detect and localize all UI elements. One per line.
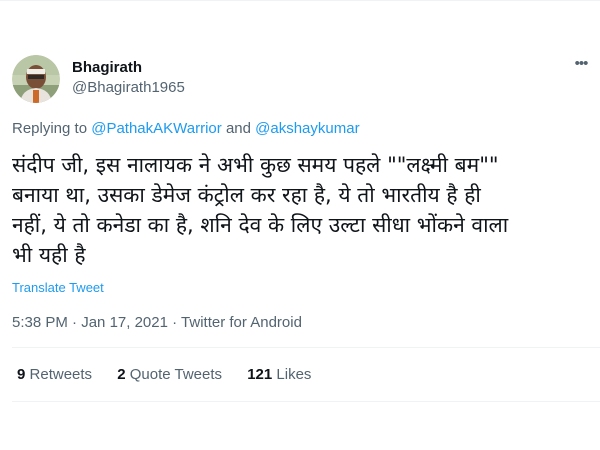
avatar-photo xyxy=(12,55,60,103)
replying-joiner: and xyxy=(225,120,251,137)
likes-label: Likes xyxy=(276,366,312,383)
tweet-date[interactable]: Jan 17, 2021 xyxy=(81,314,168,331)
tweet-header: Bhagirath @Bhagirath1965 ••• xyxy=(12,55,592,105)
tweet-text: संदीप जी, इस नालायक ने अभी कुछ समय पहले … xyxy=(12,153,509,267)
more-horizontal-icon[interactable]: ••• xyxy=(570,56,592,77)
likes-stat[interactable]: 121 Likes xyxy=(247,365,311,385)
retweets-count: 9 xyxy=(17,366,26,383)
tweet-source[interactable]: Twitter for Android xyxy=(181,314,302,331)
retweets-label: Retweets xyxy=(29,366,93,383)
meta-separator: · xyxy=(72,314,78,331)
mention-link-pathakakwarrior[interactable]: @PathakAKWarrior xyxy=(91,120,222,137)
retweets-stat[interactable]: 9 Retweets xyxy=(17,365,92,385)
top-border xyxy=(0,0,600,1)
divider-bottom xyxy=(12,401,600,402)
meta-separator: · xyxy=(172,314,178,331)
likes-count: 121 xyxy=(247,366,273,383)
replying-to-line: Replying to @PathakAKWarrior and @akshay… xyxy=(12,119,360,139)
replying-to-label: Replying to xyxy=(12,120,88,137)
divider-top xyxy=(12,347,600,348)
mention-link-akshaykumar[interactable]: @akshaykumar xyxy=(255,120,359,137)
avatar[interactable] xyxy=(12,55,60,103)
tweet-time[interactable]: 5:38 PM xyxy=(12,314,68,331)
user-handle[interactable]: @Bhagirath1965 xyxy=(72,78,185,98)
quote-tweets-stat[interactable]: 2 Quote Tweets xyxy=(117,365,222,385)
quote-tweets-count: 2 xyxy=(117,366,126,383)
translate-tweet-link[interactable]: Translate Tweet xyxy=(12,279,104,297)
display-name[interactable]: Bhagirath xyxy=(72,58,185,78)
engagement-stats: 9 Retweets 2 Quote Tweets 121 Likes xyxy=(17,365,332,385)
quote-tweets-label: Quote Tweets xyxy=(129,366,223,383)
tweet-metadata: 5:38 PM · Jan 17, 2021 · Twitter for And… xyxy=(12,313,302,333)
user-info: Bhagirath @Bhagirath1965 xyxy=(72,58,185,98)
